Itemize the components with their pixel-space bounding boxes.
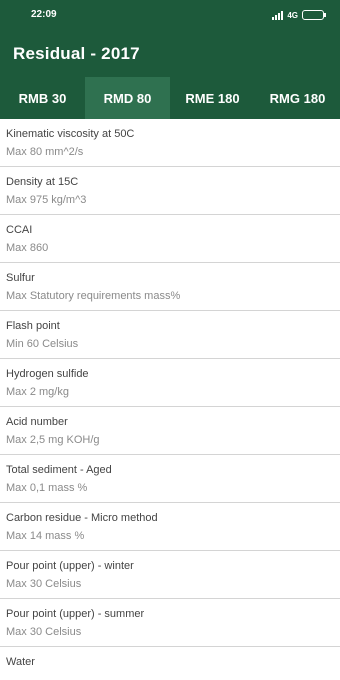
status-icons: 4G — [272, 9, 326, 21]
item-label: CCAI — [6, 224, 33, 236]
tab-label: RME 180 — [185, 90, 240, 106]
item-value: Max 975 kg/m^3 — [6, 194, 87, 206]
item-label: Sulfur — [6, 272, 35, 284]
tab-rmd-80[interactable]: RMD 80 — [85, 77, 170, 119]
list-item[interactable]: Total sediment - Aged Max 0,1 mass % — [0, 455, 340, 503]
item-label: Kinematic viscosity at 50C — [6, 128, 135, 140]
tab-rmb-30[interactable]: RMB 30 — [0, 77, 85, 119]
item-value: Max Statutory requirements mass% — [6, 290, 181, 302]
item-label: Acid number — [6, 416, 68, 428]
item-label: Density at 15C — [6, 176, 79, 188]
item-label: Pour point (upper) - summer — [6, 608, 145, 620]
item-value: Max 860 — [6, 242, 49, 254]
item-value: Max 2,5 mg KOH/g — [6, 434, 100, 446]
status-bar: 22:09 4G — [0, 0, 340, 32]
item-value: Min 60 Celsius — [6, 338, 79, 350]
tab-label: RMD 80 — [103, 90, 152, 106]
specification-list: Kinematic viscosity at 50C Max 80 mm^2/s… — [0, 119, 340, 680]
status-time: 22:09 — [31, 9, 57, 20]
item-label: Total sediment - Aged — [6, 464, 112, 476]
item-value: Max 2 mg/kg — [6, 386, 69, 398]
grade-tab-bar: RMB 30 RMD 80 RME 180 RMG 180 — [0, 77, 340, 119]
list-item[interactable]: Pour point (upper) - winter Max 30 Celsi… — [0, 551, 340, 599]
list-item[interactable]: Flash point Min 60 Celsius — [0, 311, 340, 359]
item-value: Max 30 Celsius — [6, 626, 82, 638]
tab-label: RMG 180 — [269, 90, 326, 106]
item-label: Pour point (upper) - winter — [6, 560, 134, 572]
list-item[interactable]: Pour point (upper) - summer Max 30 Celsi… — [0, 599, 340, 647]
item-label: Hydrogen sulfide — [6, 368, 89, 380]
item-label: Water — [6, 656, 35, 668]
item-value: Max 80 mm^2/s — [6, 146, 84, 158]
battery-icon — [302, 10, 326, 20]
network-type-label: 4G — [287, 10, 298, 20]
item-value: Max 14 mass % — [6, 530, 85, 542]
list-item[interactable]: Carbon residue - Micro method Max 14 mas… — [0, 503, 340, 551]
item-label: Flash point — [6, 320, 60, 332]
app-bar: Residual - 2017 — [0, 32, 340, 77]
list-item[interactable]: Density at 15C Max 975 kg/m^3 — [0, 167, 340, 215]
list-item[interactable]: Kinematic viscosity at 50C Max 80 mm^2/s — [0, 119, 340, 167]
list-item[interactable]: Hydrogen sulfide Max 2 mg/kg — [0, 359, 340, 407]
list-item[interactable]: CCAI Max 860 — [0, 215, 340, 263]
item-label: Carbon residue - Micro method — [6, 512, 158, 524]
signal-icon — [272, 10, 284, 20]
item-value: Max 30 Celsius — [6, 578, 82, 590]
list-item[interactable]: Sulfur Max Statutory requirements mass% — [0, 263, 340, 311]
tab-label: RMB 30 — [18, 90, 67, 106]
item-value: Max 0,1 mass % — [6, 482, 88, 494]
page-title: Residual - 2017 — [13, 44, 140, 63]
list-item[interactable]: Water — [0, 647, 340, 680]
tab-rmg-180[interactable]: RMG 180 — [255, 77, 340, 119]
tab-rme-180[interactable]: RME 180 — [170, 77, 255, 119]
list-item[interactable]: Acid number Max 2,5 mg KOH/g — [0, 407, 340, 455]
